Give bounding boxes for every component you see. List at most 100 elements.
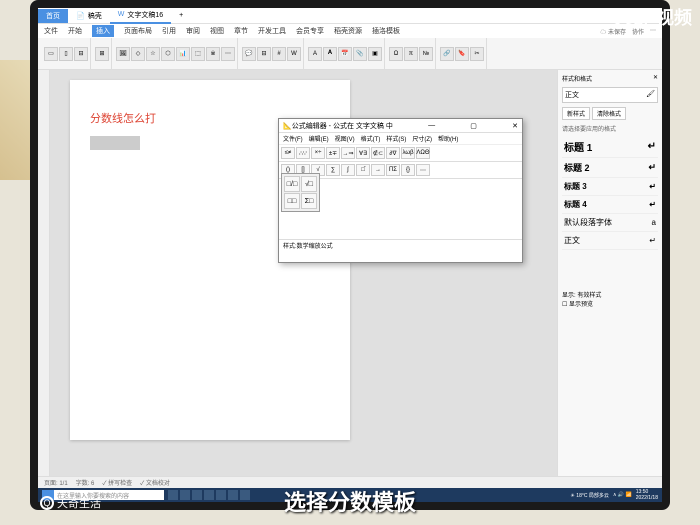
style-heading2[interactable]: 标题 2↵ [562, 158, 658, 178]
close-icon[interactable]: ✕ [512, 122, 518, 130]
number-button[interactable]: № [419, 47, 433, 61]
date-button[interactable]: 📅 [338, 47, 352, 61]
page-number-button[interactable]: # [272, 47, 286, 61]
fraction-template-2[interactable]: √□ [301, 176, 317, 192]
menu-item[interactable]: 会员专享 [296, 26, 324, 36]
taskbar-app-icon[interactable] [168, 490, 178, 500]
chart-button[interactable]: 📊 [176, 47, 190, 61]
equation-titlebar[interactable]: 📐 公式编辑器 - 公式在 文字文稿 中 — ▢ ✕ [279, 119, 522, 133]
blank-page-button[interactable]: ▯ [59, 47, 73, 61]
tab-add[interactable]: + [171, 10, 191, 21]
clear-format-button[interactable]: 清除格式 [592, 107, 626, 120]
maximize-icon[interactable]: ▢ [470, 122, 477, 130]
picture-button[interactable]: 🖼 [116, 47, 130, 61]
proofing-button[interactable]: ✓ 文档校对 [140, 478, 170, 487]
textbox-button[interactable]: A [308, 47, 322, 61]
style-default-font[interactable]: 默认段落字体a [562, 214, 658, 232]
menu-item[interactable]: 视图 [210, 26, 224, 36]
eq-calculus-button[interactable]: ∂∇ [386, 147, 400, 159]
style-heading4[interactable]: 标题 4↵ [562, 196, 658, 214]
eq-logic-button[interactable]: ∴∵ [296, 147, 310, 159]
menu-item[interactable]: 开发工具 [258, 26, 286, 36]
tab-document[interactable]: W文字文稿16 [110, 8, 171, 24]
equation-button[interactable]: π [404, 47, 418, 61]
symbol-button[interactable]: Ω [389, 47, 403, 61]
taskbar-app-icon[interactable] [216, 490, 226, 500]
minimize-icon[interactable]: — [428, 122, 435, 129]
header-footer-button[interactable]: ⊟ [257, 47, 271, 61]
eq-dots-button[interactable]: ⋯ [416, 164, 430, 176]
eq-operator-button[interactable]: ×÷ [311, 147, 325, 159]
watermark-button[interactable]: W [287, 47, 301, 61]
page-break-button[interactable]: ⊟ [74, 47, 88, 61]
eq-overbar-button[interactable]: □̄ [356, 164, 370, 176]
bookmark-button[interactable]: 🔖 [455, 47, 469, 61]
taskbar-app-icon[interactable] [228, 490, 238, 500]
style-heading3[interactable]: 标题 3↵ [562, 178, 658, 196]
attachment-button[interactable]: 📎 [353, 47, 367, 61]
eq-quantifier-button[interactable]: ∀∃ [356, 147, 370, 159]
taskbar-app-icon[interactable] [240, 490, 250, 500]
eq-menu-style[interactable]: 样式(S) [386, 134, 406, 143]
tab-home[interactable]: 首页 [38, 9, 68, 23]
more-button[interactable]: ⋯ [221, 47, 235, 61]
spellcheck-button[interactable]: ✓ 拼写检查 [102, 478, 132, 487]
current-style[interactable]: 正文 🖌 [562, 87, 658, 103]
hyperlink-button[interactable]: 🔗 [440, 47, 454, 61]
tray-icons[interactable]: ∧ 🔊 📶 [613, 492, 632, 498]
menu-item[interactable]: 章节 [234, 26, 248, 36]
eq-brace-button[interactable]: {} [401, 164, 415, 176]
screenshot-button[interactable]: ✂ [470, 47, 484, 61]
taskbar-app-icon[interactable] [180, 490, 190, 500]
page-indicator[interactable]: 页面: 1/1 [44, 478, 68, 487]
style-normal[interactable]: 正文↵ [562, 232, 658, 250]
parts-button[interactable]: ▣ [368, 47, 382, 61]
menu-item-insert[interactable]: 插入 [92, 25, 114, 37]
eq-menu-format[interactable]: 格式(T) [361, 134, 381, 143]
smartart-button[interactable]: ⬡ [161, 47, 175, 61]
eq-relational-button[interactable]: ≤≠ [281, 147, 295, 159]
cover-page-button[interactable]: ▭ [44, 47, 58, 61]
menu-item[interactable]: 开始 [68, 26, 82, 36]
eq-sum-button[interactable]: ∑ [326, 164, 340, 176]
fraction-template-3[interactable]: □□ [284, 193, 300, 209]
style-heading1[interactable]: 标题 1↵ [562, 136, 658, 158]
flowchart-button[interactable]: ⬚ [191, 47, 205, 61]
mindmap-button[interactable]: ※ [206, 47, 220, 61]
eq-menu-edit[interactable]: 编辑(E) [309, 134, 329, 143]
eq-set-button[interactable]: ∉⊂ [371, 147, 385, 159]
icons-button[interactable]: ☆ [146, 47, 160, 61]
eq-integral-button[interactable]: ∫ [341, 164, 355, 176]
table-button[interactable]: ⊞ [95, 47, 109, 61]
wordart-button[interactable]: 𝐀 [323, 47, 337, 61]
eq-product-button[interactable]: ΠΣ [386, 164, 400, 176]
menu-item[interactable]: 页面布局 [124, 26, 152, 36]
taskbar-app-icon[interactable] [204, 490, 214, 500]
weather-widget[interactable]: ☀ 18°C 局部多云 [570, 492, 608, 499]
menu-item[interactable]: 插洛模板 [372, 26, 400, 36]
menu-file[interactable]: 文件 [44, 26, 58, 36]
eq-menu-view[interactable]: 视图(V) [335, 134, 355, 143]
shapes-button[interactable]: ◇ [131, 47, 145, 61]
paint-icon[interactable]: 🖌 [646, 90, 655, 100]
eq-menu-size[interactable]: 尺寸(Z) [412, 134, 432, 143]
equation-placeholder[interactable] [90, 136, 140, 150]
fraction-template-1[interactable]: □/□ [284, 176, 300, 192]
eq-vector-button[interactable]: → [371, 164, 385, 176]
menu-item[interactable]: 稻壳资源 [334, 26, 362, 36]
eq-menu-file[interactable]: 文件(F) [283, 134, 303, 143]
eq-arrow-button[interactable]: →⇒ [341, 147, 355, 159]
comment-button[interactable]: 💬 [242, 47, 256, 61]
eq-greek-lower-button[interactable]: λωβ [401, 147, 415, 159]
fraction-template-4[interactable]: Σ□ [301, 193, 317, 209]
preview-checkbox[interactable]: ☐ 显示预览 [562, 299, 658, 308]
eq-menu-help[interactable]: 帮助(H) [438, 134, 458, 143]
tab-new[interactable]: 📄稿壳 [68, 9, 110, 23]
eq-greek-upper-button[interactable]: ΛΩΘ [416, 147, 430, 159]
menu-item[interactable]: 审阅 [186, 26, 200, 36]
close-icon[interactable]: ✕ [653, 74, 658, 83]
taskbar-app-icon[interactable] [192, 490, 202, 500]
menu-item[interactable]: 引用 [162, 26, 176, 36]
new-style-button[interactable]: 新样式 [562, 107, 590, 120]
word-count[interactable]: 字数: 6 [76, 478, 95, 487]
